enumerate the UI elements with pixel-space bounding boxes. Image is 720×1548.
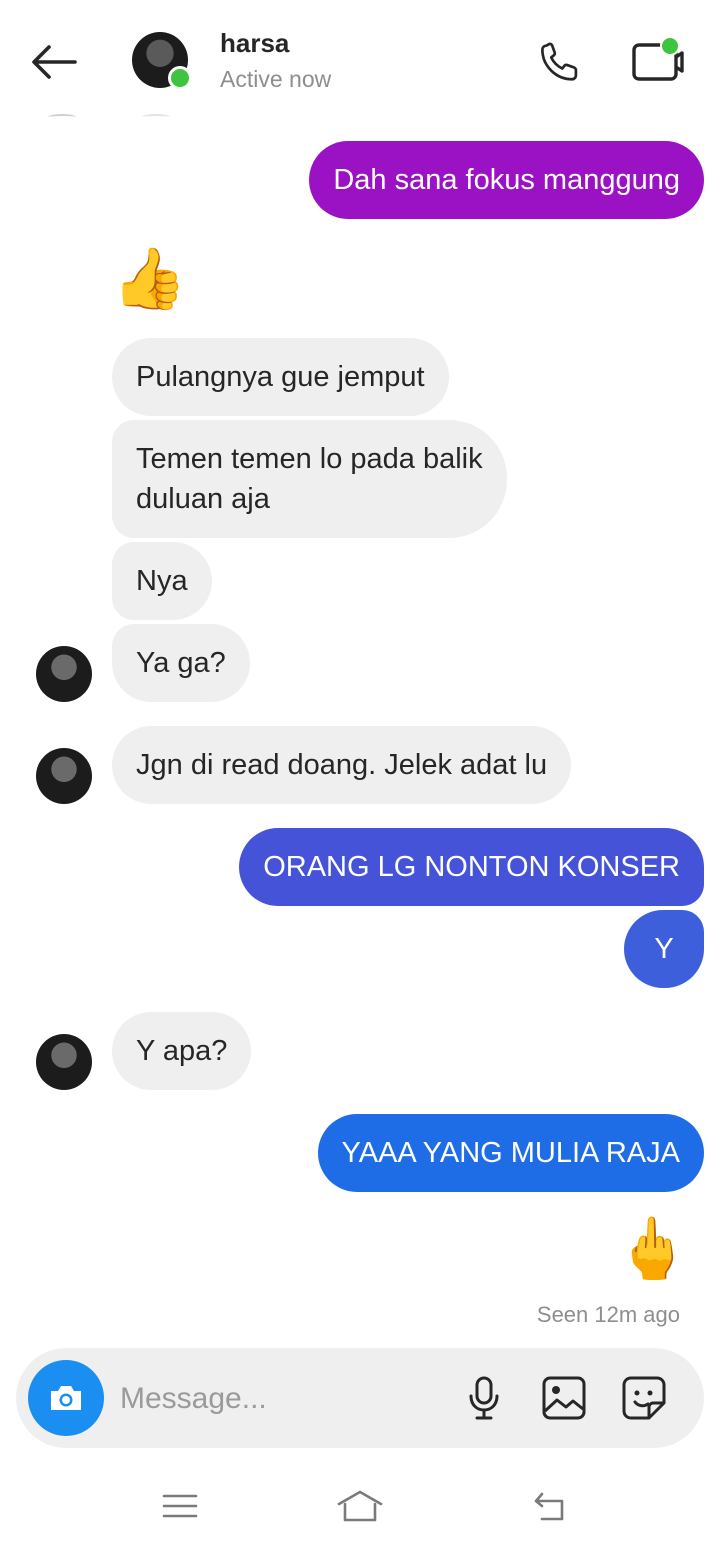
home-icon bbox=[337, 1490, 383, 1522]
camera-icon bbox=[51, 1386, 81, 1410]
contact-status: Active now bbox=[220, 66, 332, 92]
gallery-icon bbox=[542, 1376, 586, 1420]
middle-finger-emoji[interactable]: 🖕 bbox=[615, 1214, 690, 1284]
back-arrow-icon bbox=[32, 45, 77, 79]
phone-icon bbox=[541, 42, 578, 81]
message-composer bbox=[16, 1348, 704, 1448]
message-input[interactable] bbox=[118, 1370, 452, 1428]
video-status-dot bbox=[660, 36, 680, 56]
message-bubble-outgoing[interactable]: Dah sana fokus manggung bbox=[309, 141, 704, 219]
thumbs-up-emoji[interactable]: 👍 bbox=[112, 244, 187, 314]
message-bubble-outgoing[interactable]: ORANG LG NONTON KONSER bbox=[239, 828, 704, 906]
contact-name[interactable]: harsa bbox=[220, 28, 289, 59]
sender-avatar[interactable] bbox=[36, 1034, 92, 1090]
sticker-button[interactable] bbox=[618, 1372, 670, 1424]
message-bubble-incoming[interactable]: Ya ga? bbox=[112, 624, 250, 702]
microphone-icon bbox=[469, 1376, 499, 1420]
menu-icon bbox=[162, 1494, 198, 1518]
message-bubble-incoming[interactable]: Nya bbox=[112, 542, 212, 620]
message-bubble-outgoing[interactable]: YAAA YANG MULIA RAJA bbox=[317, 1114, 704, 1192]
audio-call-button[interactable] bbox=[530, 34, 590, 90]
camera-button[interactable] bbox=[28, 1360, 104, 1436]
sticker-icon bbox=[622, 1376, 666, 1420]
scroll-fade bbox=[48, 114, 76, 120]
recent-apps-button[interactable] bbox=[150, 1478, 210, 1534]
message-bubble-incoming[interactable]: Y apa? bbox=[112, 1012, 252, 1090]
sender-avatar[interactable] bbox=[36, 748, 92, 804]
voice-message-button[interactable] bbox=[458, 1372, 510, 1424]
return-icon bbox=[534, 1492, 564, 1521]
back-button[interactable] bbox=[22, 34, 86, 90]
message-bubble-incoming[interactable]: Temen temen lo pada balik duluan aja bbox=[112, 420, 507, 538]
message-bubble-incoming[interactable]: Jgn di read doang. Jelek adat lu bbox=[112, 726, 572, 804]
video-call-button[interactable] bbox=[626, 34, 690, 90]
message-bubble-outgoing[interactable]: Y bbox=[624, 910, 704, 988]
home-button[interactable] bbox=[330, 1478, 390, 1534]
seen-receipt: Seen 12m ago bbox=[536, 1302, 680, 1327]
contact-avatar[interactable] bbox=[132, 32, 192, 90]
gallery-button[interactable] bbox=[538, 1372, 590, 1424]
sender-avatar[interactable] bbox=[36, 646, 92, 702]
message-bubble-incoming[interactable]: Pulangnya gue jemput bbox=[112, 338, 449, 416]
online-indicator bbox=[168, 66, 192, 90]
scroll-fade bbox=[142, 114, 170, 120]
back-nav-button[interactable] bbox=[518, 1478, 578, 1534]
